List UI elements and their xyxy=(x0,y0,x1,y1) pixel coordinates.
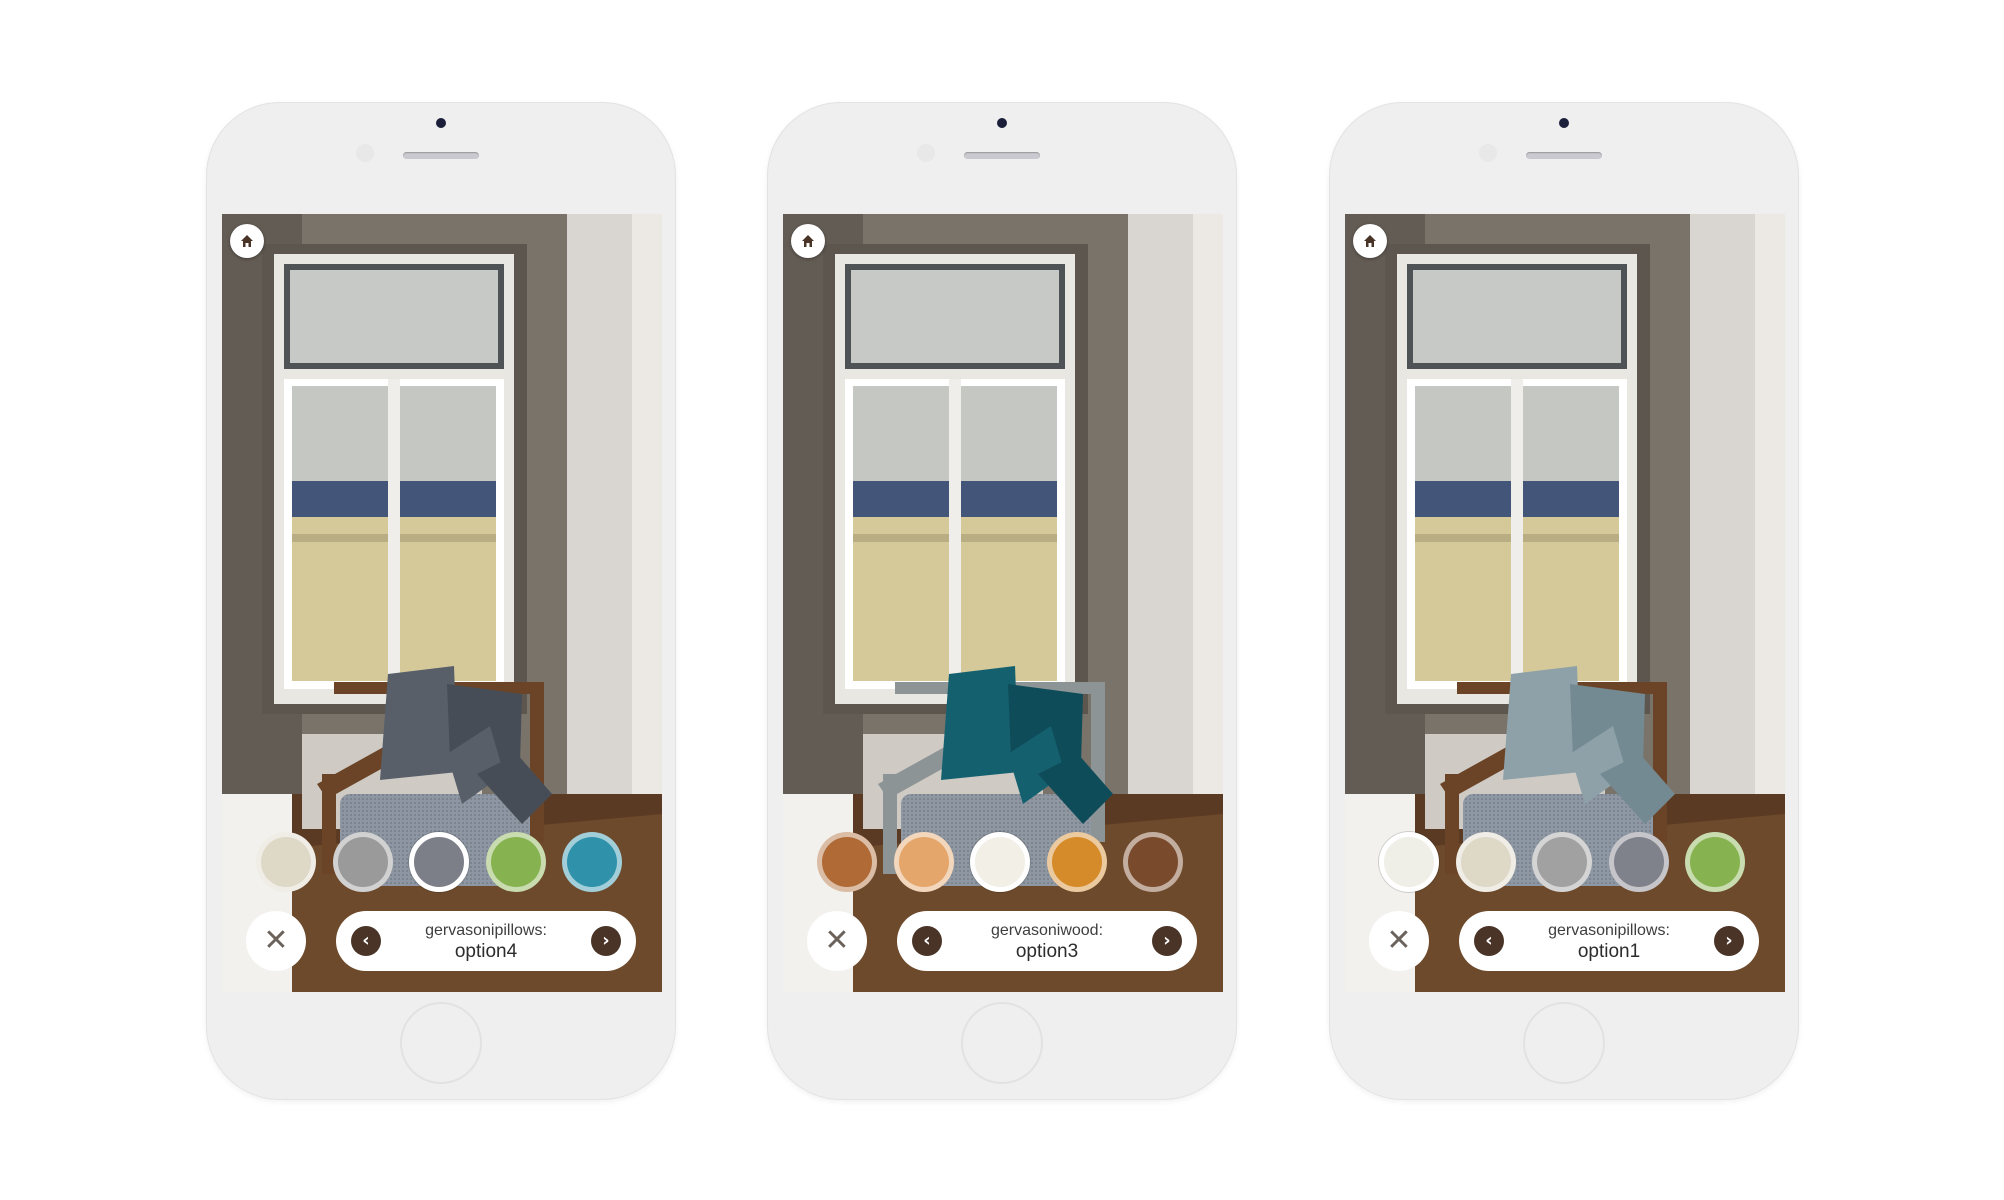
earpiece-speaker xyxy=(403,152,479,159)
swatch-stripe-grey[interactable] xyxy=(1532,832,1592,892)
home-icon xyxy=(802,235,814,247)
proximity-sensor xyxy=(917,144,935,162)
close-button[interactable]: ✕ xyxy=(807,911,867,971)
app-screen: ✕ ‹ gervasoniwood: option3 › xyxy=(783,214,1223,992)
option-selector: ‹ gervasoniwood: option3 › xyxy=(897,911,1197,971)
swatch-houndstooth[interactable] xyxy=(409,832,469,892)
chevron-right-icon: › xyxy=(1163,930,1171,951)
close-button[interactable]: ✕ xyxy=(1369,911,1429,971)
option-selector: ‹ gervasonipillows: option4 › xyxy=(336,911,636,971)
app-screen: ✕ ‹ gervasonipillows: option1 › xyxy=(1345,214,1785,992)
chevron-left-icon: ‹ xyxy=(362,930,370,951)
device-home-button[interactable] xyxy=(400,1002,482,1084)
home-button[interactable] xyxy=(791,224,825,258)
front-camera xyxy=(997,118,1007,128)
material-swatch-row xyxy=(1345,832,1785,896)
home-button[interactable] xyxy=(1353,224,1387,258)
option-value-label: option1 xyxy=(1577,941,1641,962)
option-category-label: gervasonipillows: xyxy=(1548,922,1670,939)
proximity-sensor xyxy=(1479,144,1497,162)
next-option-button[interactable]: › xyxy=(591,926,621,956)
phone-frame: ✕ ‹ gervasoniwood: option3 › xyxy=(767,102,1237,1100)
chevron-left-icon: ‹ xyxy=(1485,930,1493,951)
phone-frame: ✕ ‹ gervasonipillows: option4 › xyxy=(206,102,676,1100)
swatch-teal[interactable] xyxy=(562,832,622,892)
swatch-wood-teak[interactable] xyxy=(817,832,877,892)
swatch-green[interactable] xyxy=(486,832,546,892)
swatch-cream[interactable] xyxy=(256,832,316,892)
earpiece-speaker xyxy=(1526,152,1602,159)
close-button[interactable]: ✕ xyxy=(246,911,306,971)
next-option-button[interactable]: › xyxy=(1152,926,1182,956)
close-icon: ✕ xyxy=(824,923,850,958)
device-home-button[interactable] xyxy=(1523,1002,1605,1084)
home-icon xyxy=(1364,235,1376,247)
close-icon: ✕ xyxy=(1386,923,1412,958)
chevron-left-icon: ‹ xyxy=(923,930,931,951)
option-selector: ‹ gervasonipillows: option1 › xyxy=(1459,911,1759,971)
swatch-houndstooth[interactable] xyxy=(1609,832,1669,892)
app-screen: ✕ ‹ gervasonipillows: option4 › xyxy=(222,214,662,992)
swatch-stripe-grey[interactable] xyxy=(333,832,393,892)
previous-option-button[interactable]: ‹ xyxy=(912,926,942,956)
option-value-label: option3 xyxy=(1015,941,1079,962)
swatch-white[interactable] xyxy=(1379,832,1439,892)
swatch-wood-white[interactable] xyxy=(970,832,1030,892)
swatch-wood-amber[interactable] xyxy=(1047,832,1107,892)
option-value-label: option4 xyxy=(454,941,518,962)
phone-frame: ✕ ‹ gervasonipillows: option1 › xyxy=(1329,102,1799,1100)
home-icon xyxy=(241,235,253,247)
device-home-button[interactable] xyxy=(961,1002,1043,1084)
front-camera xyxy=(436,118,446,128)
material-swatch-row xyxy=(222,832,662,896)
swatch-wood-walnut[interactable] xyxy=(1123,832,1183,892)
previous-option-button[interactable]: ‹ xyxy=(1474,926,1504,956)
previous-option-button[interactable]: ‹ xyxy=(351,926,381,956)
earpiece-speaker xyxy=(964,152,1040,159)
proximity-sensor xyxy=(356,144,374,162)
chevron-right-icon: › xyxy=(1725,930,1733,951)
swatch-wood-light[interactable] xyxy=(894,832,954,892)
front-camera xyxy=(1559,118,1569,128)
next-option-button[interactable]: › xyxy=(1714,926,1744,956)
chevron-right-icon: › xyxy=(602,930,610,951)
option-category-label: gervasonipillows: xyxy=(425,922,547,939)
swatch-cream[interactable] xyxy=(1456,832,1516,892)
material-swatch-row xyxy=(783,832,1223,896)
home-button[interactable] xyxy=(230,224,264,258)
option-category-label: gervasoniwood: xyxy=(990,922,1104,939)
close-icon: ✕ xyxy=(263,923,289,958)
swatch-green[interactable] xyxy=(1685,832,1745,892)
